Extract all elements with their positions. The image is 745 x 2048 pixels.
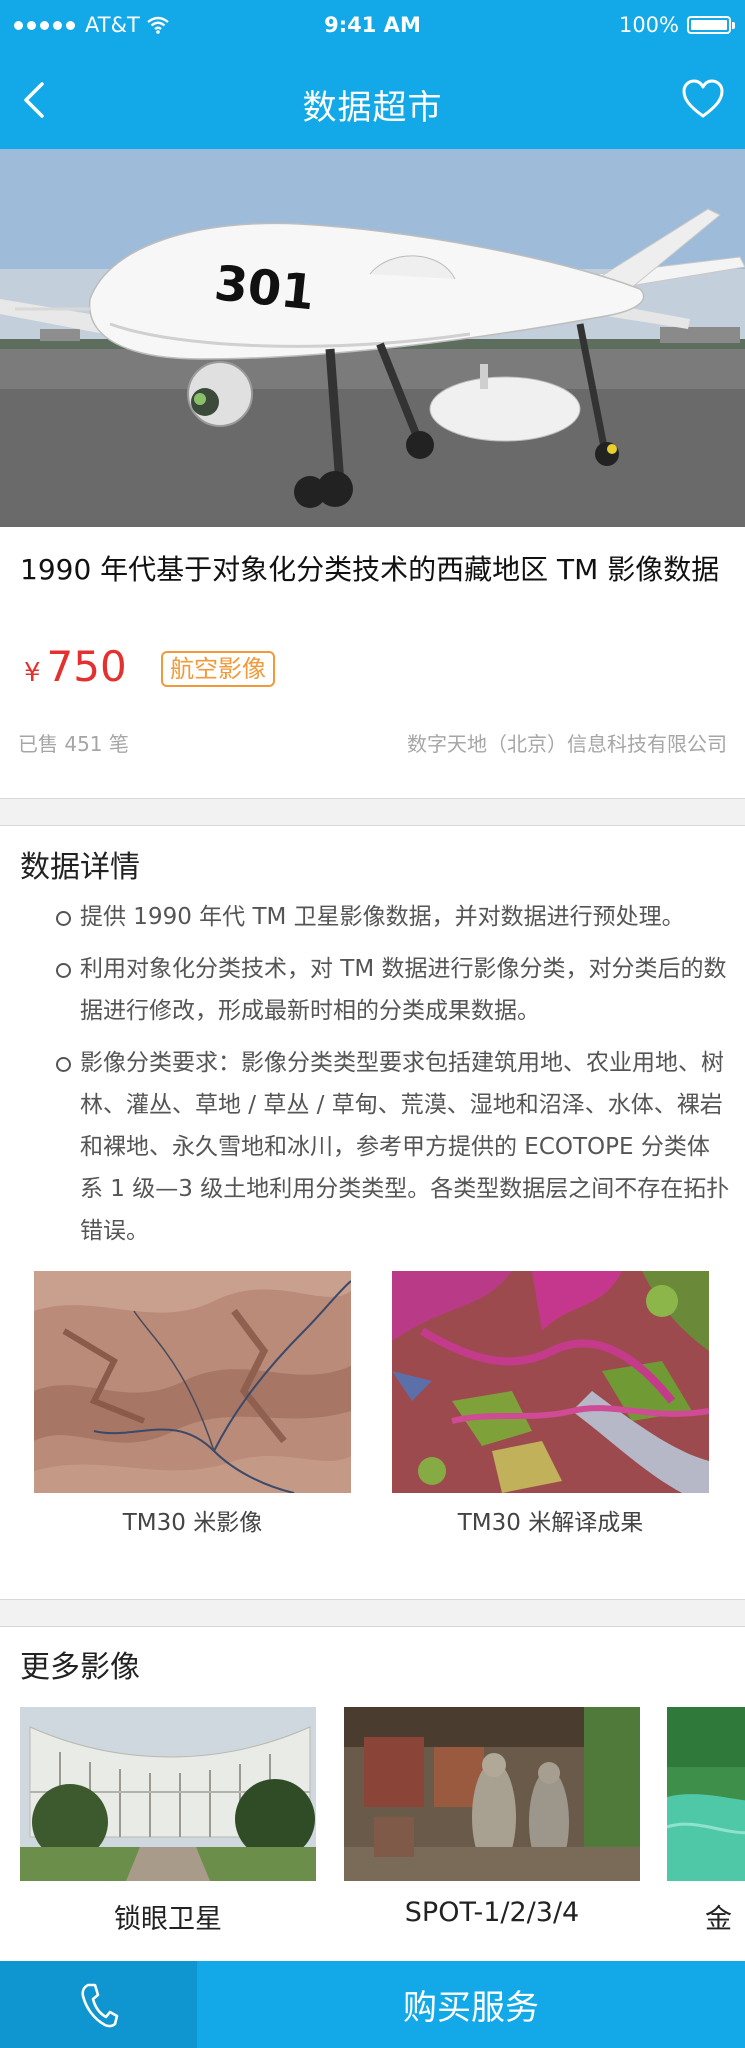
classification-image: [392, 1271, 709, 1493]
detail-item: 影像分类要求：影像分类类型要求包括建筑用地、农业用地、树林、灌丛、草地 / 草丛…: [56, 1042, 732, 1252]
tm-classification-caption: TM30 米解译成果: [457, 1510, 644, 1536]
more-image-caption: 锁眼卫星: [114, 1904, 222, 1935]
page-title: 数据超市: [302, 88, 443, 128]
drone-illustration: 301: [0, 149, 745, 527]
phone-icon: [80, 1983, 118, 2027]
detail-item: 提供 1990 年代 TM 卫星影像数据，并对数据进行预处理。: [56, 896, 732, 938]
vendor-name[interactable]: 数字天地（北京）信息科技有限公司: [407, 728, 727, 757]
tm-image-caption: TM30 米影像: [122, 1510, 263, 1536]
hero-image: 301: [0, 149, 745, 527]
aircraft-number: 301: [212, 255, 318, 321]
terrain-image: [34, 1271, 351, 1493]
detail-item: 利用对象化分类技术，对 TM 数据进行影像分类，对分类后的数据进行修改，形成最新…: [56, 948, 732, 1032]
more-image-card[interactable]: SPOT-1/2/3/4: [344, 1707, 640, 1928]
keyhole-satellite-image: [20, 1707, 316, 1881]
product-title: 1990 年代基于对象化分类技术的西藏地区 TM 影像数据: [20, 553, 720, 586]
spot-image: [344, 1707, 640, 1881]
tm-image-thumbnail[interactable]: [34, 1271, 351, 1493]
currency-symbol: ¥: [24, 658, 41, 688]
call-button[interactable]: [0, 1961, 197, 2048]
battery-label: 100%: [618, 13, 679, 37]
price-value: 750: [46, 642, 127, 691]
more-heading: 更多影像: [20, 1650, 140, 1685]
section-divider: [0, 798, 745, 826]
battery-icon: [687, 16, 735, 34]
category-tag[interactable]: 航空影像: [161, 651, 275, 687]
details-heading: 数据详情: [20, 850, 140, 885]
top-bar: AT&T 9:41 AM 100% 数据超市: [0, 0, 745, 149]
section-divider: [0, 1599, 745, 1627]
more-image-caption: 金: [705, 1904, 732, 1935]
buy-service-button[interactable]: 购买服务: [197, 1961, 745, 2048]
status-right: 100%: [618, 13, 735, 37]
details-list: 提供 1990 年代 TM 卫星影像数据，并对数据进行预处理。 利用对象化分类技…: [56, 896, 732, 1262]
bottom-action-bar: 购买服务: [0, 1961, 745, 2048]
heart-icon: [682, 79, 724, 118]
price: ¥750: [24, 642, 127, 691]
more-image-card[interactable]: 锁眼卫星: [20, 1707, 316, 1936]
lake-image: [667, 1707, 745, 1881]
more-image-card[interactable]: 金: [667, 1707, 745, 1936]
more-images-carousel[interactable]: 锁眼卫星 SPOT-1/2/3/4 金: [0, 1707, 745, 1962]
status-bar: AT&T 9:41 AM 100%: [0, 0, 745, 50]
nav-bar: 数据超市: [0, 50, 745, 149]
tm-classification-thumbnail[interactable]: [392, 1271, 709, 1493]
sold-count: 已售 451 笔: [18, 732, 129, 756]
favorite-button[interactable]: [681, 78, 725, 120]
more-image-caption: SPOT-1/2/3/4: [404, 1897, 580, 1928]
